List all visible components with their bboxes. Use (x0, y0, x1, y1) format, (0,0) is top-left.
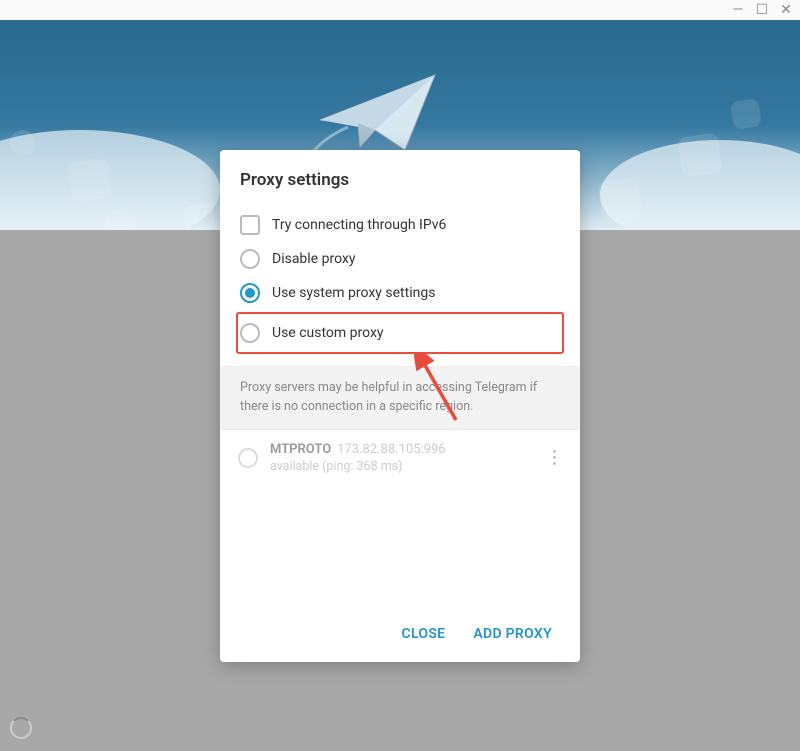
kebab-menu-icon[interactable] (547, 444, 562, 471)
radio-selected-icon (240, 283, 260, 303)
annotation-highlight-box: Use custom proxy (236, 312, 564, 354)
radio-icon (240, 249, 260, 269)
proxy-address: 173.82.88.105:996 (337, 442, 445, 457)
loading-spinner-icon (10, 717, 32, 739)
proxy-info-text: Proxy servers may be helpful in accessin… (220, 366, 580, 430)
close-button[interactable]: CLOSE (402, 626, 446, 642)
checkbox-icon (240, 215, 260, 235)
ipv6-label: Try connecting through IPv6 (272, 217, 446, 233)
custom-proxy-radio-row[interactable]: Use custom proxy (238, 318, 556, 348)
proxy-status: available (ping: 368 ms) (270, 459, 535, 474)
add-proxy-button[interactable]: ADD PROXY (473, 626, 552, 642)
disable-proxy-radio-row[interactable]: Disable proxy (238, 242, 562, 276)
proxy-type: MTPROTO (270, 442, 331, 457)
proxy-settings-dialog: Proxy settings Try connecting through IP… (220, 150, 580, 662)
minimize-button[interactable]: — (732, 4, 744, 16)
system-proxy-radio-row[interactable]: Use system proxy settings (238, 276, 562, 310)
maximize-button[interactable]: ☐ (756, 4, 768, 16)
proxy-list-item[interactable]: MTPROTO 173.82.88.105:996 available (pin… (238, 442, 562, 474)
radio-icon (238, 448, 258, 468)
dialog-title: Proxy settings (220, 150, 580, 208)
system-proxy-label: Use system proxy settings (272, 285, 435, 301)
close-window-button[interactable]: ✕ (780, 4, 792, 16)
custom-proxy-label: Use custom proxy (272, 325, 384, 341)
window-titlebar: — ☐ ✕ (0, 0, 800, 20)
ipv6-checkbox-row[interactable]: Try connecting through IPv6 (238, 208, 562, 242)
radio-icon (240, 323, 260, 343)
disable-proxy-label: Disable proxy (272, 251, 355, 267)
